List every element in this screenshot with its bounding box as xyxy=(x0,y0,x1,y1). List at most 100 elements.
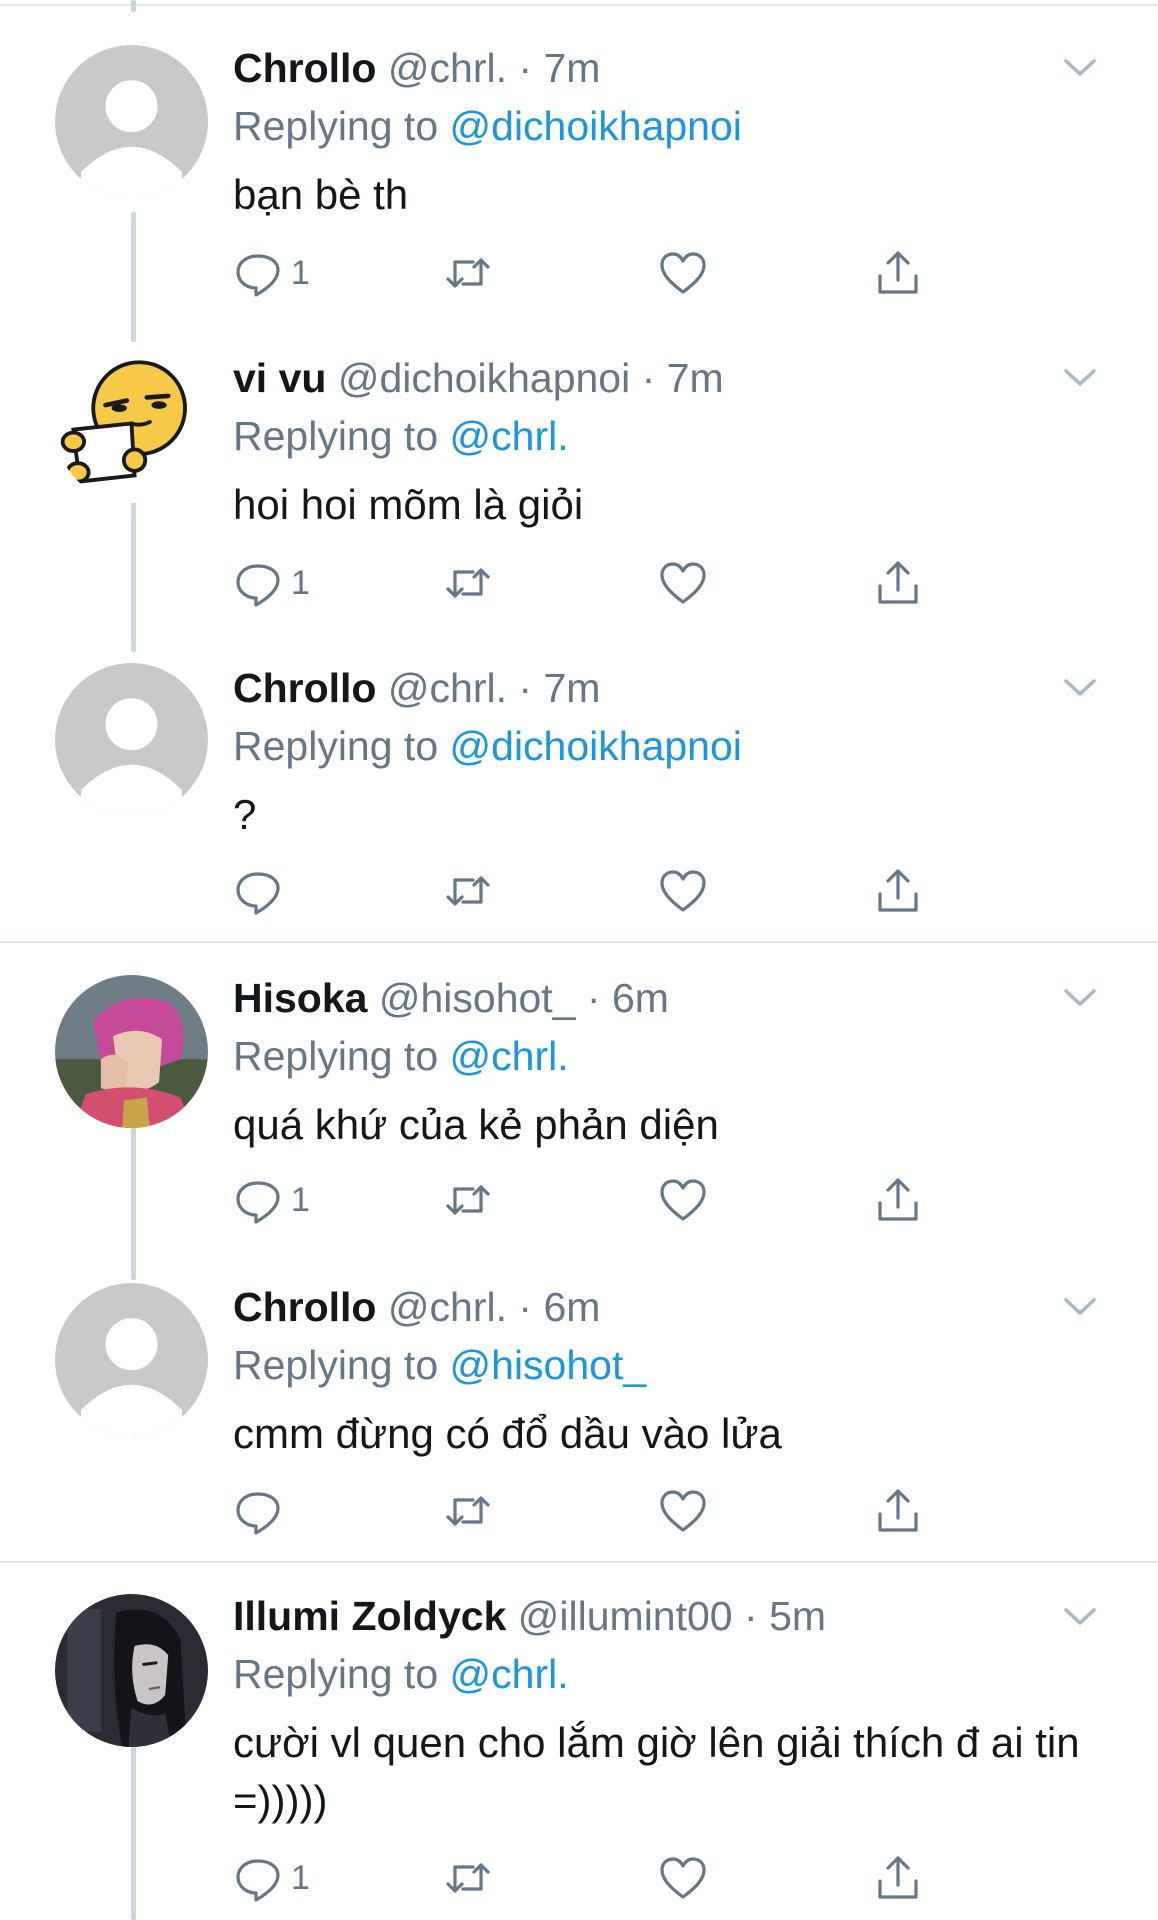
tweet-header: vi vu @dichoikhapnoi · 7m xyxy=(233,352,1088,404)
heart-icon xyxy=(660,1490,706,1532)
replying-to-handle[interactable]: @chrl. xyxy=(450,1651,569,1697)
reply-icon xyxy=(236,564,280,607)
avatar[interactable] xyxy=(55,1594,208,1747)
user-handle[interactable]: @chrl. xyxy=(388,665,507,711)
tweet-actions xyxy=(233,1481,933,1541)
replying-prefix: Replying to xyxy=(233,723,450,769)
retweet-icon xyxy=(446,258,490,288)
retweet-button[interactable] xyxy=(443,1170,493,1230)
retweet-icon xyxy=(446,1496,490,1526)
thread-line xyxy=(131,1746,136,1920)
replying-to: Replying to @hisohot_ xyxy=(233,1339,1088,1391)
chevron-down-icon[interactable] xyxy=(1060,1291,1100,1321)
share-button[interactable] xyxy=(873,1848,923,1908)
chevron-down-icon[interactable] xyxy=(1060,1601,1100,1631)
tweet-header: Illumi Zoldyck @illumint00 · 5m xyxy=(233,1590,1088,1642)
timestamp[interactable]: 5m xyxy=(769,1593,826,1639)
chevron-down-icon[interactable] xyxy=(1060,52,1100,82)
reply-count: 1 xyxy=(291,1180,310,1219)
display-name[interactable]: Chrollo xyxy=(233,1284,376,1330)
share-button[interactable] xyxy=(873,861,923,921)
avatar[interactable] xyxy=(55,45,208,198)
tweet-text: quá khứ của kẻ phản diện xyxy=(233,1101,719,1148)
chevron-down-icon[interactable] xyxy=(1060,982,1100,1012)
share-icon xyxy=(878,1489,918,1532)
like-button[interactable] xyxy=(658,1848,708,1908)
user-handle[interactable]: @dichoikhapnoi xyxy=(338,355,630,401)
like-button[interactable] xyxy=(658,1481,708,1541)
display-name[interactable]: Hisoka xyxy=(233,975,367,1021)
tweet-text: cười vl quen cho lắm giờ lên giải thích … xyxy=(233,1719,1080,1824)
retweet-icon xyxy=(446,1185,490,1215)
timestamp[interactable]: 7m xyxy=(543,45,600,91)
replying-to-handle[interactable]: @dichoikhapnoi xyxy=(450,723,742,769)
reply-count: 1 xyxy=(291,253,310,292)
retweet-button[interactable] xyxy=(443,553,493,613)
reply-icon xyxy=(236,1181,280,1224)
avatar[interactable] xyxy=(55,975,208,1128)
user-handle[interactable]: @chrl. xyxy=(388,45,507,91)
retweet-icon xyxy=(446,568,490,598)
anime-pink-hair-avatar xyxy=(55,975,208,1128)
retweet-button[interactable] xyxy=(443,243,493,303)
thread-line xyxy=(131,0,136,12)
display-name[interactable]: Illumi Zoldyck xyxy=(233,1593,506,1639)
tweet-text: ? xyxy=(233,791,257,838)
user-handle[interactable]: @illumint00 xyxy=(518,1593,733,1639)
avatar[interactable] xyxy=(55,1283,208,1436)
display-name[interactable]: Chrollo xyxy=(233,665,376,711)
replying-to-handle[interactable]: @dichoikhapnoi xyxy=(450,103,742,149)
top-divider xyxy=(0,4,1158,6)
user-handle[interactable]: @chrl. xyxy=(388,1284,507,1330)
separator-dot: · xyxy=(641,355,656,401)
display-name[interactable]: Chrollo xyxy=(233,45,376,91)
share-icon xyxy=(878,561,918,604)
heart-icon xyxy=(660,562,706,604)
separator-dot: · xyxy=(518,665,533,711)
user-handle[interactable]: @hisohot_ xyxy=(379,975,576,1021)
share-button[interactable] xyxy=(873,243,923,303)
tweet-text: cmm đừng có đổ dầu vào lửa xyxy=(233,1410,782,1457)
reply-icon xyxy=(236,1492,280,1535)
reply-button[interactable] xyxy=(233,1481,291,1541)
reply-count: 1 xyxy=(291,563,310,602)
tweet-header: Hisoka @hisohot_ · 6m xyxy=(233,972,1088,1024)
timestamp[interactable]: 6m xyxy=(612,975,669,1021)
replying-to: Replying to @chrl. xyxy=(233,410,1088,462)
display-name[interactable]: vi vu xyxy=(233,355,326,401)
separator-dot: · xyxy=(518,45,533,91)
timestamp[interactable]: 7m xyxy=(543,665,600,711)
avatar[interactable] xyxy=(55,350,208,503)
separator-dot: · xyxy=(744,1593,758,1639)
replying-to: Replying to @chrl. xyxy=(233,1648,1088,1700)
avatar[interactable] xyxy=(55,663,208,816)
replying-prefix: Replying to xyxy=(233,1342,450,1388)
replying-to-handle[interactable]: @chrl. xyxy=(450,413,569,459)
replying-to-handle[interactable]: @chrl. xyxy=(450,1033,569,1079)
share-button[interactable] xyxy=(873,553,923,613)
reply-button[interactable]: 1 xyxy=(233,1848,310,1908)
share-button[interactable] xyxy=(873,1170,923,1230)
like-button[interactable] xyxy=(658,1170,708,1230)
timestamp[interactable]: 6m xyxy=(543,1284,600,1330)
like-button[interactable] xyxy=(658,861,708,921)
thread-line xyxy=(131,212,136,342)
like-button[interactable] xyxy=(658,553,708,613)
retweet-button[interactable] xyxy=(443,1848,493,1908)
tweet-actions: 1 xyxy=(233,553,933,613)
reply-button[interactable] xyxy=(233,861,291,921)
reply-button[interactable]: 1 xyxy=(233,243,310,303)
replying-to-handle[interactable]: @hisohot_ xyxy=(450,1342,647,1388)
timestamp[interactable]: 7m xyxy=(667,355,724,401)
retweet-button[interactable] xyxy=(443,1481,493,1541)
retweet-button[interactable] xyxy=(443,861,493,921)
share-button[interactable] xyxy=(873,1481,923,1541)
reply-icon xyxy=(236,872,280,915)
reply-button[interactable]: 1 xyxy=(233,553,310,613)
tweet-actions: 1 xyxy=(233,1848,933,1908)
replying-prefix: Replying to xyxy=(233,413,450,459)
reply-button[interactable]: 1 xyxy=(233,1170,310,1230)
chevron-down-icon[interactable] xyxy=(1060,362,1100,392)
chevron-down-icon[interactable] xyxy=(1060,672,1100,702)
like-button[interactable] xyxy=(658,243,708,303)
